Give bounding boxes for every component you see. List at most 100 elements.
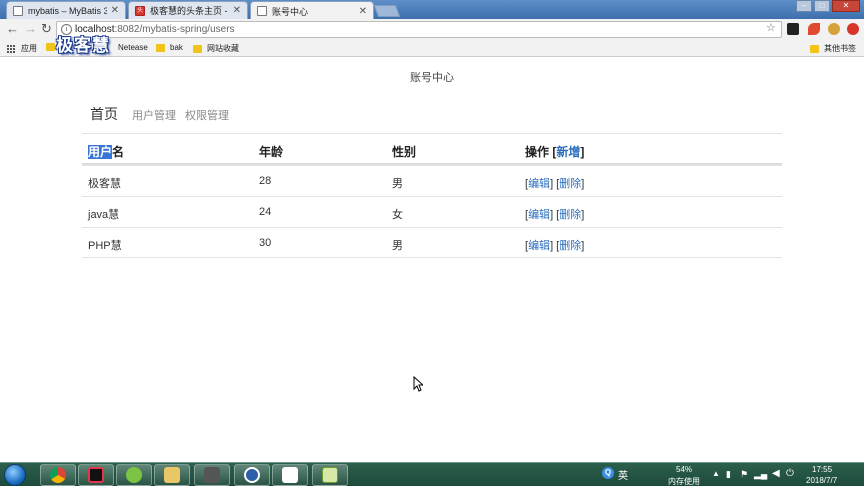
nav-home[interactable]: 首页 <box>90 104 118 124</box>
bookmark-favorites[interactable]: 网站收藏 <box>193 43 239 54</box>
selected-text: 用户 <box>88 145 113 159</box>
delete-link[interactable]: 删除 <box>559 240 581 252</box>
minimize-button[interactable]: – <box>796 0 812 12</box>
document-icon <box>282 467 298 483</box>
folder-icon <box>46 43 55 51</box>
cell-age: 24 <box>259 206 272 218</box>
chrome-icon <box>50 467 66 483</box>
window-controls: – □ ✕ <box>794 0 860 12</box>
table-row: 极客慧 28 男 [编辑] [删除] <box>82 165 782 196</box>
header-actions: 操作 [新增] <box>525 145 585 159</box>
url-path: :8082/mybatis-spring/users <box>114 24 235 35</box>
edit-link[interactable]: 编辑 <box>528 209 550 221</box>
back-arrow-icon[interactable]: ← <box>6 22 19 36</box>
tab-title: 极客慧的头条主页 - 今日 <box>150 6 229 16</box>
forward-arrow-icon[interactable]: → <box>24 22 37 36</box>
cell-username: 极客慧 <box>88 178 121 190</box>
apps-grid-icon <box>7 44 15 53</box>
memory-label: 内存使用 <box>668 477 700 486</box>
taskbar-app-green[interactable] <box>116 464 152 486</box>
cell-actions: [编辑] [删除] <box>525 240 585 252</box>
table-row: PHP慧 30 男 [编辑] [删除] <box>82 227 782 258</box>
cell-actions: [编辑] [删除] <box>525 209 585 221</box>
users-table: 用户名 年龄 性别 操作 [新增] 极客慧 28 男 [编辑] [删除] jav… <box>82 133 782 258</box>
add-link[interactable]: 新增 <box>556 145 580 159</box>
folder-icon <box>156 43 165 52</box>
cell-gender: 女 <box>392 209 403 221</box>
close-icon[interactable]: ✕ <box>359 6 367 17</box>
apps-bookmark[interactable]: 应用 <box>7 43 37 54</box>
blue-app-icon <box>244 467 260 483</box>
taskbar-explorer[interactable] <box>154 464 190 486</box>
reload-icon[interactable]: ↻ <box>41 22 52 36</box>
taskbar-intellij[interactable] <box>78 464 114 486</box>
browser-tab-strip: mybatis – MyBatis 3 | 简 ✕ 头 极客慧的头条主页 - 今… <box>0 0 864 20</box>
header-text: 名 <box>112 145 125 159</box>
mouse-cursor-icon <box>413 376 423 392</box>
taskbar: Q 英 54% 内存使用 ▲ ▮ ⚑ ▂▄ ◀ ⏻ 17:55 2018/7/7 <box>0 462 864 486</box>
cell-actions: [编辑] [删除] <box>525 178 585 190</box>
taskbar-chart-app[interactable] <box>312 464 348 486</box>
cookie-extension-icon[interactable] <box>828 23 840 35</box>
tab-title: 账号中心 <box>272 6 309 17</box>
edit-link[interactable]: 编辑 <box>528 240 550 252</box>
bookmark-other[interactable]: 其他书签 <box>810 43 856 54</box>
intellij-icon <box>88 467 104 483</box>
watermark-logo: 极客慧 <box>56 36 110 56</box>
new-tab-button[interactable] <box>373 5 401 17</box>
main-nav: 首页 用户管理 权限管理 <box>90 104 238 124</box>
power-icon[interactable]: ⏻ <box>786 468 794 479</box>
taskbar-notepad[interactable] <box>272 464 308 486</box>
close-icon[interactable]: ✕ <box>111 5 119 16</box>
tab-title: mybatis – MyBatis 3 | 简 <box>28 6 107 16</box>
bookmark-bak[interactable]: bak <box>156 43 183 52</box>
edit-link[interactable]: 编辑 <box>528 178 550 190</box>
folder-icon <box>164 467 180 483</box>
page-title: 账号中心 <box>410 72 454 84</box>
table-row: java慧 24 女 [编辑] [删除] <box>82 196 782 227</box>
bookmark-label: 应用 <box>21 44 37 53</box>
delete-link[interactable]: 删除 <box>559 178 581 190</box>
bookmarks-bar: 应用 Netease bak 网站收藏 其他书签 <box>0 40 864 57</box>
nav-permission-management[interactable]: 权限管理 <box>185 107 229 123</box>
taskbar-chrome[interactable] <box>40 464 76 486</box>
flag-icon[interactable]: ⚑ <box>740 469 748 480</box>
cell-age: 30 <box>259 237 272 249</box>
volume-icon[interactable]: ◀ <box>772 468 780 479</box>
address-bar[interactable]: i localhost:8082/mybatis-spring/users <box>56 21 782 38</box>
close-icon[interactable]: ✕ <box>233 5 241 16</box>
cell-gender: 男 <box>392 240 403 252</box>
signal-icon[interactable]: ▂▄ <box>754 469 767 480</box>
adblock-extension-icon[interactable] <box>847 23 859 35</box>
tab-mybatis[interactable]: mybatis – MyBatis 3 | 简 ✕ <box>6 1 126 19</box>
bookmark-netease[interactable]: Netease <box>118 43 148 52</box>
header-username: 用户名 <box>88 143 124 160</box>
system-tray: Q 英 54% 内存使用 ▲ ▮ ⚑ ▂▄ ◀ ⏻ 17:55 2018/7/7 <box>594 463 864 486</box>
cell-username: PHP慧 <box>88 240 122 252</box>
ime-q-icon[interactable]: Q <box>602 467 614 479</box>
maximize-button[interactable]: □ <box>814 0 830 12</box>
nav-user-management[interactable]: 用户管理 <box>132 107 176 123</box>
taskbar-app-blue[interactable] <box>234 464 270 486</box>
page-content: 账号中心 首页 用户管理 权限管理 用户名 年龄 性别 操作 [新增] 极客慧 … <box>0 58 864 462</box>
clock-date[interactable]: 2018/7/7 <box>806 476 837 485</box>
cell-username: java慧 <box>88 209 120 221</box>
header-text: 操作 <box>525 145 550 159</box>
folder-icon <box>810 44 819 53</box>
taskbar-maven[interactable] <box>194 464 230 486</box>
ime-language[interactable]: 英 <box>618 467 628 482</box>
start-button[interactable] <box>4 464 26 486</box>
page-icon <box>257 6 267 16</box>
pen-extension-icon[interactable] <box>808 23 820 35</box>
bookmark-star-icon[interactable]: ☆ <box>766 21 776 34</box>
show-hidden-icons-icon[interactable]: ▲ <box>712 469 720 478</box>
table-header: 用户名 年龄 性别 操作 [新增] <box>82 133 782 165</box>
tab-toutiao[interactable]: 头 极客慧的头条主页 - 今日 ✕ <box>128 1 248 19</box>
delete-link[interactable]: 删除 <box>559 209 581 221</box>
extension-icon[interactable] <box>787 23 799 35</box>
tab-account-center[interactable]: 账号中心 ✕ <box>250 1 374 20</box>
chart-app-icon <box>322 467 338 483</box>
network-icon[interactable]: ▮ <box>726 469 731 480</box>
close-window-button[interactable]: ✕ <box>832 0 860 12</box>
clock-time[interactable]: 17:55 <box>812 465 832 474</box>
